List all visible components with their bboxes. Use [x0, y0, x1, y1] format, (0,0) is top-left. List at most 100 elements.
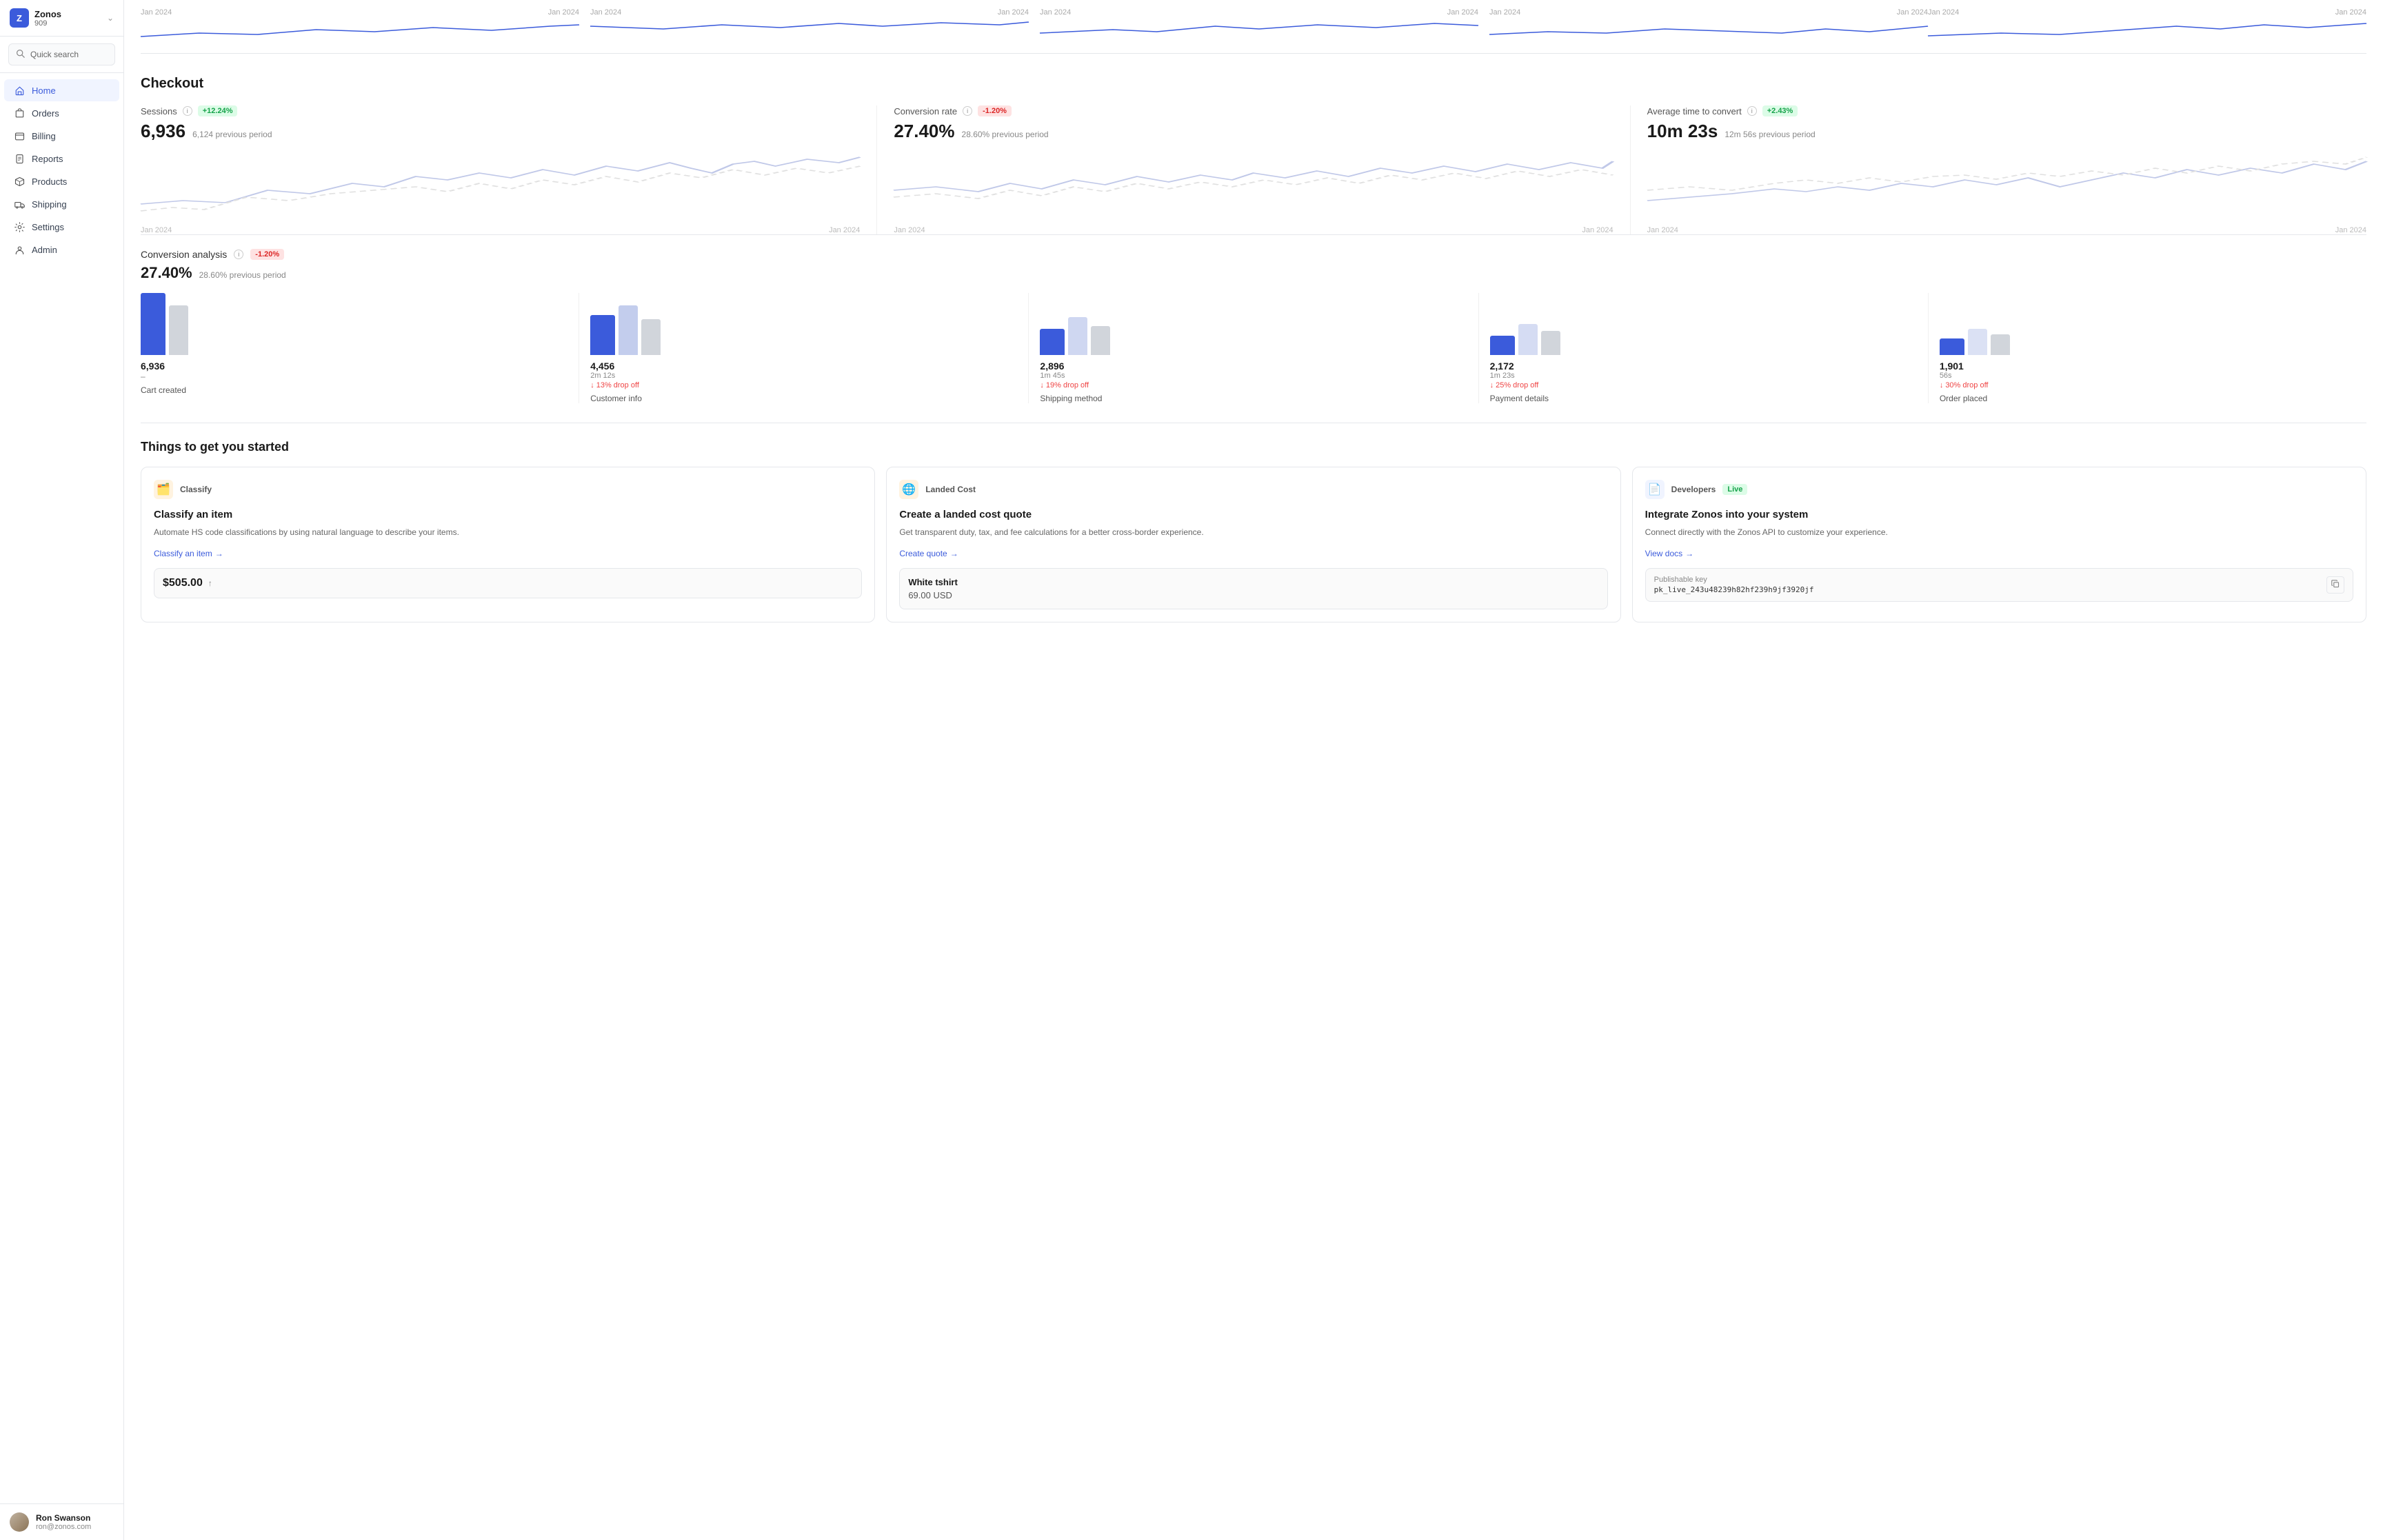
classify-name: Classify an item: [154, 509, 862, 520]
funnel-order-count: 1,901: [1940, 361, 2366, 372]
funnel-customer-drop: ↓13% drop off: [590, 381, 1017, 389]
classify-price-icon: ↑: [208, 578, 212, 588]
classify-icon: 🗂️: [154, 480, 173, 499]
user-name: Ron Swanson: [36, 1513, 91, 1523]
sessions-chart-start: Jan 2024: [141, 226, 172, 234]
developers-link[interactable]: View docs →: [1645, 549, 2353, 558]
mini-chart-2-dates: Jan 2024Jan 2024: [590, 8, 1029, 17]
developers-tag: Developers: [1671, 485, 1716, 494]
metrics-row: Sessions i +12.24% 6,936 6,124 previous …: [141, 105, 2366, 235]
sidebar-item-admin[interactable]: Admin: [4, 239, 119, 261]
funnel-cart: 6,936 – Cart created: [141, 293, 579, 403]
classify-tag: Classify: [180, 485, 212, 494]
funnel-payment-bar-main: [1490, 336, 1515, 355]
things-section: Things to get you started 🗂️ Classify Cl…: [141, 440, 2366, 622]
funnel-cart-label: Cart created: [141, 385, 567, 395]
funnel-shipping-time: 1m 45s: [1040, 372, 1467, 380]
avg-time-info-icon: i: [1747, 106, 1757, 116]
funnel-shipping: 2,896 1m 45s ↓19% drop off Shipping meth…: [1029, 293, 1478, 403]
funnel-customer-count: 4,456: [590, 361, 1017, 372]
funnel-cart-dash: –: [141, 372, 567, 381]
landed-desc: Get transparent duty, tax, and fee calcu…: [899, 526, 1607, 539]
mini-chart-1: Jan 2024Jan 2024: [141, 8, 590, 42]
mini-chart-3-svg: [1040, 19, 1478, 40]
landed-demo-card: White tshirt 69.00 USD: [899, 568, 1607, 609]
landed-name: Create a landed cost quote: [899, 509, 1607, 520]
avg-time-chart-end: Jan 2024: [2335, 226, 2366, 234]
landed-product-price: 69.00 USD: [908, 590, 1598, 600]
chevron-down-icon[interactable]: ⌄: [107, 13, 114, 23]
landed-arrow-icon: →: [950, 549, 958, 558]
funnel-shipping-drop: ↓19% drop off: [1040, 381, 1467, 389]
home-icon: [14, 85, 25, 96]
checkout-section-title: Checkout: [141, 70, 2366, 92]
funnel-payment: 2,172 1m 23s ↓25% drop off Payment detai…: [1479, 293, 1929, 403]
conv-analysis-title: Conversion analysis: [141, 249, 227, 260]
sidebar-item-home[interactable]: Home: [4, 79, 119, 101]
copy-api-key-button[interactable]: [2326, 576, 2344, 594]
mini-chart-2: Jan 2024Jan 2024: [590, 8, 1040, 42]
funnel-order-bar-light: [1968, 329, 1987, 355]
sidebar-item-home-label: Home: [32, 85, 56, 96]
sidebar-navigation: Home Orders Billing Reports: [0, 73, 123, 1503]
settings-icon: [14, 221, 25, 232]
reports-icon: [14, 153, 25, 164]
funnel-row: 6,936 – Cart created 4,456 2m 12s ↓13% d…: [141, 293, 2366, 403]
feature-card-classify: 🗂️ Classify Classify an item Automate HS…: [141, 467, 875, 622]
avatar: [10, 1512, 29, 1532]
user-info: Ron Swanson ron@zonos.com: [36, 1513, 91, 1531]
mini-chart-1-svg: [141, 19, 579, 40]
sidebar-item-reports[interactable]: Reports: [4, 148, 119, 170]
landed-tag: Landed Cost: [925, 485, 976, 494]
sidebar-item-shipping[interactable]: Shipping: [4, 193, 119, 215]
funnel-payment-label: Payment details: [1490, 394, 1917, 403]
landed-icon: 🌐: [899, 480, 918, 499]
developers-icon: 📄: [1645, 480, 1665, 499]
conversion-info-icon: i: [963, 106, 972, 116]
mini-chart-3: Jan 2024Jan 2024: [1040, 8, 1489, 42]
funnel-order-bar-main: [1940, 338, 1964, 355]
brand-number: 909: [34, 19, 61, 28]
main-content: Jan 2024Jan 2024 Jan 2024Jan 2024 Jan 20…: [124, 0, 2383, 1540]
funnel-customer-label: Customer info: [590, 394, 1017, 403]
conv-analysis-info-icon: i: [234, 250, 243, 259]
conversion-chart-start: Jan 2024: [894, 226, 925, 234]
user-profile[interactable]: Ron Swanson ron@zonos.com: [0, 1503, 123, 1540]
funnel-customer-bar-light: [619, 305, 638, 355]
admin-icon: [14, 244, 25, 255]
mini-chart-5: Jan 2024Jan 2024: [1928, 8, 2366, 42]
sidebar-item-products[interactable]: Products: [4, 170, 119, 192]
mini-chart-5-dates: Jan 2024Jan 2024: [1928, 8, 2366, 17]
landed-link[interactable]: Create quote →: [899, 549, 1607, 558]
funnel-customer-time: 2m 12s: [590, 372, 1017, 380]
classify-desc: Automate HS code classifications by usin…: [154, 526, 862, 539]
sidebar-item-orders[interactable]: Orders: [4, 102, 119, 124]
orders-icon: [14, 108, 25, 119]
sessions-badge: +12.24%: [198, 105, 238, 116]
classify-price: $505.00 ↑: [163, 577, 853, 589]
landed-product-name: White tshirt: [908, 577, 1598, 587]
sidebar-item-reports-label: Reports: [32, 154, 63, 164]
sidebar-item-products-label: Products: [32, 176, 67, 187]
developers-arrow-icon: →: [1685, 549, 1693, 558]
mini-chart-1-date-start: Jan 2024Jan 2024: [141, 8, 579, 17]
conversion-chart: [894, 149, 1613, 225]
things-section-title: Things to get you started: [141, 440, 2366, 454]
funnel-shipping-count: 2,896: [1040, 361, 1467, 372]
sessions-value: 6,936: [141, 121, 185, 142]
funnel-cart-bar-main: [141, 293, 165, 355]
funnel-order: 1,901 56s ↓30% drop off Order placed: [1929, 293, 2366, 403]
feature-card-landed: 🌐 Landed Cost Create a landed cost quote…: [886, 467, 1620, 622]
conversion-chart-end: Jan 2024: [1582, 226, 1613, 234]
brand: Z Zonos 909: [10, 8, 61, 28]
conv-analysis-badge: -1.20%: [250, 249, 284, 260]
sidebar-item-billing[interactable]: Billing: [4, 125, 119, 147]
quick-search-button[interactable]: Quick search: [8, 43, 115, 65]
sidebar-item-settings[interactable]: Settings: [4, 216, 119, 238]
conversion-prev: 28.60% previous period: [962, 130, 1049, 139]
classify-link[interactable]: Classify an item →: [154, 549, 862, 558]
avg-time-badge: +2.43%: [1762, 105, 1798, 116]
developers-desc: Connect directly with the Zonos API to c…: [1645, 526, 2353, 539]
api-key-label: Publishable key: [1654, 576, 1814, 584]
mini-chart-4-dates: Jan 2024Jan 2024: [1489, 8, 1928, 17]
